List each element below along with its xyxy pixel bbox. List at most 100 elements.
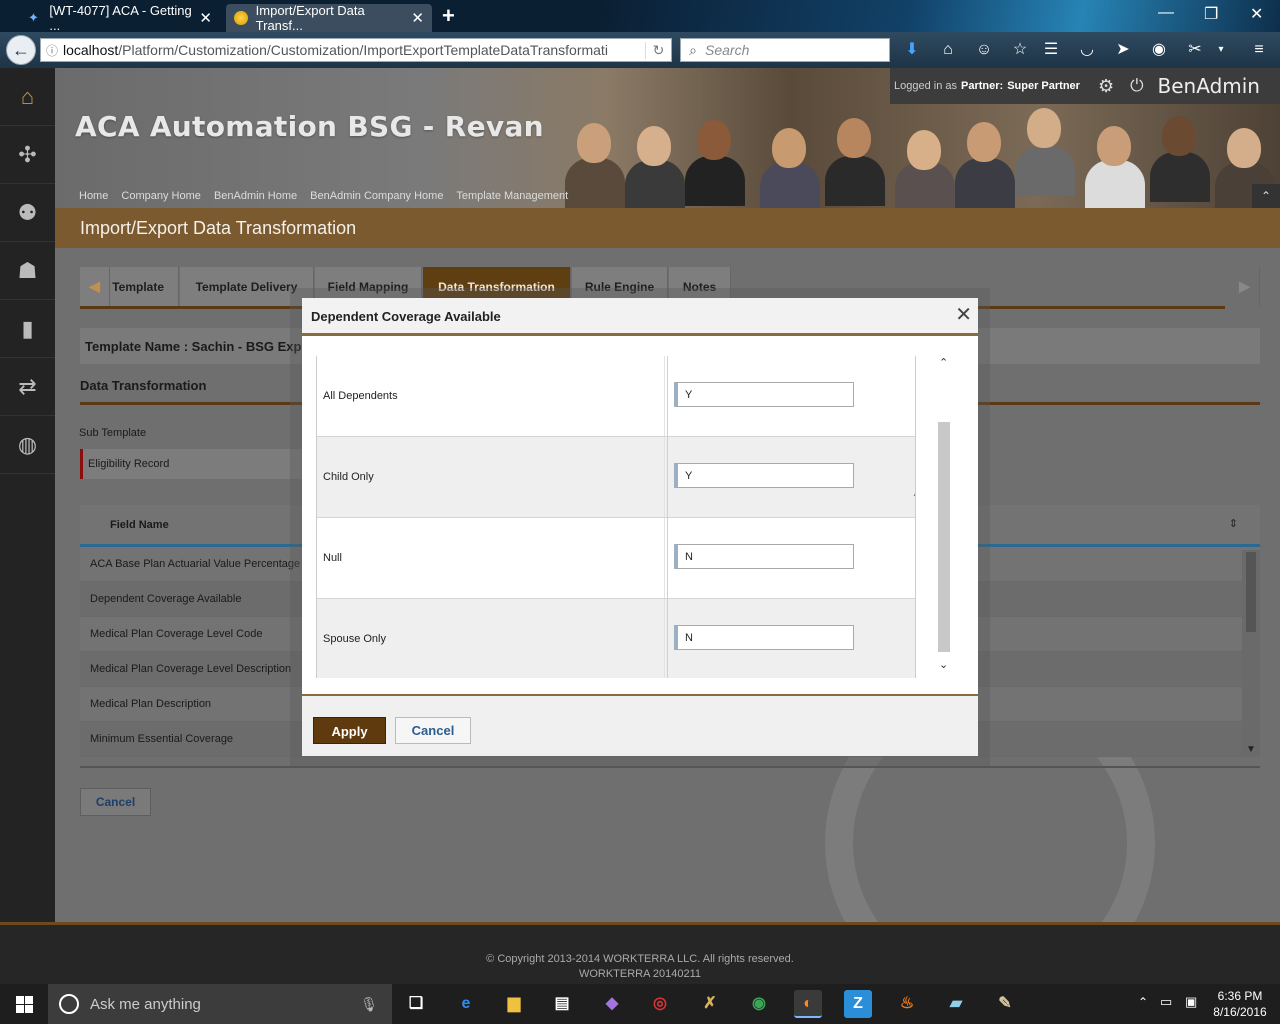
user-settings-icon[interactable]: ⚉ <box>0 184 55 242</box>
collapse-banner-icon[interactable]: ⌃ <box>1252 184 1280 208</box>
list-item: All Dependents Y <box>317 356 915 437</box>
user-icon[interactable]: ☗ <box>0 242 55 300</box>
tab-template[interactable]: Template <box>110 267 179 306</box>
chevron-up-icon[interactable]: ⌃ <box>1138 995 1148 1009</box>
breadcrumb-company-home[interactable]: Company Home <box>121 190 200 202</box>
sub-template-select[interactable]: Eligibility Record <box>80 449 310 479</box>
z-app-icon[interactable]: Z <box>844 990 872 1018</box>
modal-cancel-button[interactable]: Cancel <box>395 717 471 744</box>
url-text[interactable]: localhost/Platform/Customization/Customi… <box>63 42 645 58</box>
scroll-down-icon[interactable]: ▼ <box>1246 744 1256 755</box>
mapping-list: All Dependents Y Child Only Y ▲ Null N S… <box>316 356 916 678</box>
browser-search-input[interactable]: ⌕ Search <box>680 38 890 62</box>
browser-tab-title: [WT-4077] ACA - Getting ... <box>49 3 192 32</box>
send-icon[interactable]: ➤ <box>1113 40 1133 60</box>
close-tab-icon[interactable]: ✕ <box>411 9 424 27</box>
grid-scroll-thumb[interactable] <box>1246 552 1256 632</box>
color-picker-icon[interactable]: ◉ <box>1149 40 1169 60</box>
tools-icon[interactable]: ✂ <box>1185 40 1205 60</box>
browser-tab-active[interactable]: Import/Export Data Transf... ✕ <box>226 3 432 32</box>
mapping-value-input[interactable]: N <box>674 544 854 569</box>
cancel-button[interactable]: Cancel <box>80 788 151 816</box>
tabs-scroll-left-icon[interactable]: ◀ <box>80 267 110 306</box>
chevron-down-icon[interactable]: ▾ <box>1211 40 1231 60</box>
user-role: Partner: <box>961 80 1004 92</box>
edge-icon[interactable]: e <box>452 990 480 1018</box>
breadcrumb-benadmin-company-home[interactable]: BenAdmin Company Home <box>310 190 443 202</box>
address-bar[interactable]: ⓘ localhost/Platform/Customization/Custo… <box>40 38 672 62</box>
downloads-icon[interactable]: ⬇ <box>902 40 922 60</box>
window-close-icon[interactable]: ✕ <box>1250 4 1263 24</box>
tabs-scroll-right-icon[interactable]: ▶ <box>1230 267 1260 306</box>
cortana-placeholder: Ask me anything <box>90 995 201 1013</box>
mapping-value-input[interactable]: Y <box>674 463 854 488</box>
pocket-icon[interactable]: ◡ <box>1077 40 1097 60</box>
minimize-icon[interactable]: — <box>1158 4 1174 22</box>
power-icon[interactable]: ⏻ <box>1130 76 1143 96</box>
modal-header: Dependent Coverage Available ✕ <box>302 298 978 336</box>
notes-app-icon[interactable]: ▰ <box>942 990 970 1018</box>
breadcrumb-home[interactable]: Home <box>79 190 108 202</box>
reload-icon[interactable]: ↻ <box>645 41 671 59</box>
copyright-text: © Copyright 2013-2014 WORKTERRA LLC. All… <box>486 953 794 965</box>
mapping-value-input[interactable]: N <box>674 625 854 650</box>
breadcrumb-template-management[interactable]: Template Management <box>456 190 568 202</box>
microphone-icon[interactable]: 🎙 <box>360 996 378 1013</box>
sort-icon[interactable]: ⇕ <box>1229 517 1238 530</box>
field-name-column-header[interactable]: Field Name <box>110 519 169 531</box>
section-title: Data Transformation <box>80 378 207 393</box>
cortana-search-box[interactable]: Ask me anything 🎙 <box>48 984 392 1024</box>
tools-app-icon[interactable]: ✗ <box>696 990 724 1018</box>
mapping-label: Null <box>323 552 342 564</box>
visual-studio-icon[interactable]: ◆ <box>598 990 626 1018</box>
breadcrumb: Home Company Home BenAdmin Home BenAdmin… <box>79 190 578 202</box>
list-item: Spouse Only N <box>317 599 915 678</box>
file-explorer-icon[interactable]: ▆ <box>500 990 528 1018</box>
apply-button[interactable]: Apply <box>313 717 386 744</box>
app-icon[interactable]: ◎ <box>646 990 674 1018</box>
chrome-icon[interactable]: ◉ <box>745 990 773 1018</box>
flame-app-icon[interactable]: ♨ <box>893 990 921 1018</box>
new-tab-icon[interactable]: + <box>442 3 455 29</box>
restore-icon[interactable]: ❐ <box>1204 4 1218 24</box>
sub-template-label: Sub Template <box>79 427 147 439</box>
store-icon[interactable]: ▤ <box>548 990 576 1018</box>
reading-list-icon[interactable]: ☰ <box>1041 40 1061 60</box>
puzzle-icon[interactable]: ✣ <box>0 126 55 184</box>
grid-scrollbar[interactable]: ▼ <box>1242 550 1260 755</box>
close-tab-icon[interactable]: ✕ <box>199 9 212 27</box>
dependent-coverage-dialog: Dependent Coverage Available ✕ All Depen… <box>302 298 978 756</box>
modal-scrollbar[interactable]: ⌃ ⌄ <box>936 356 952 678</box>
browser-tab-jira[interactable]: ✦ [WT-4077] ACA - Getting ... ✕ <box>20 3 220 32</box>
transfer-arrows-icon[interactable]: ⇄ <box>0 358 55 416</box>
breadcrumb-benadmin-home[interactable]: BenAdmin Home <box>214 190 297 202</box>
back-arrow-icon[interactable]: ← <box>6 35 36 65</box>
firefox-icon[interactable]: ◐ <box>794 990 822 1018</box>
jira-favicon-icon: ✦ <box>28 10 39 25</box>
browser-tab-strip: ✦ [WT-4077] ACA - Getting ... ✕ Import/E… <box>0 0 1280 32</box>
paint-app-icon[interactable]: ✎ <box>991 990 1019 1018</box>
browser-tab-title: Import/Export Data Transf... <box>255 3 365 32</box>
modal-scroll-thumb[interactable] <box>938 422 950 652</box>
network-icon[interactable]: ▭ <box>1160 994 1172 1010</box>
mapping-value-input[interactable]: Y <box>674 382 854 407</box>
task-view-icon[interactable]: ❏ <box>402 990 430 1018</box>
site-info-icon[interactable]: ⓘ <box>41 42 63 59</box>
bar-chart-icon[interactable]: ▮ <box>0 300 55 358</box>
notification-icon[interactable]: ▣ <box>1185 994 1197 1010</box>
taskbar-clock[interactable]: 6:36 PM 8/16/2016 <box>1210 988 1270 1020</box>
home-icon[interactable]: ⌂ <box>938 40 958 60</box>
speech-bubble-icon[interactable]: ◍ <box>0 416 55 474</box>
gear-icon[interactable]: ⚙ <box>1098 76 1114 97</box>
close-icon[interactable]: ✕ <box>955 305 972 325</box>
hamburger-menu-icon[interactable]: ≡ <box>1249 40 1269 60</box>
tab-strip-background <box>600 0 1280 32</box>
home-icon[interactable]: ⌂ <box>0 68 55 126</box>
windows-start-icon[interactable] <box>0 984 48 1024</box>
scroll-up-icon[interactable]: ⌃ <box>939 356 948 369</box>
chat-icon[interactable]: ☺ <box>974 40 994 60</box>
brand-logo: BenAdmin <box>1157 74 1260 98</box>
scroll-down-icon[interactable]: ⌄ <box>939 658 948 671</box>
mapping-label: All Dependents <box>323 390 398 402</box>
bookmark-star-icon[interactable]: ☆ <box>1010 40 1030 60</box>
